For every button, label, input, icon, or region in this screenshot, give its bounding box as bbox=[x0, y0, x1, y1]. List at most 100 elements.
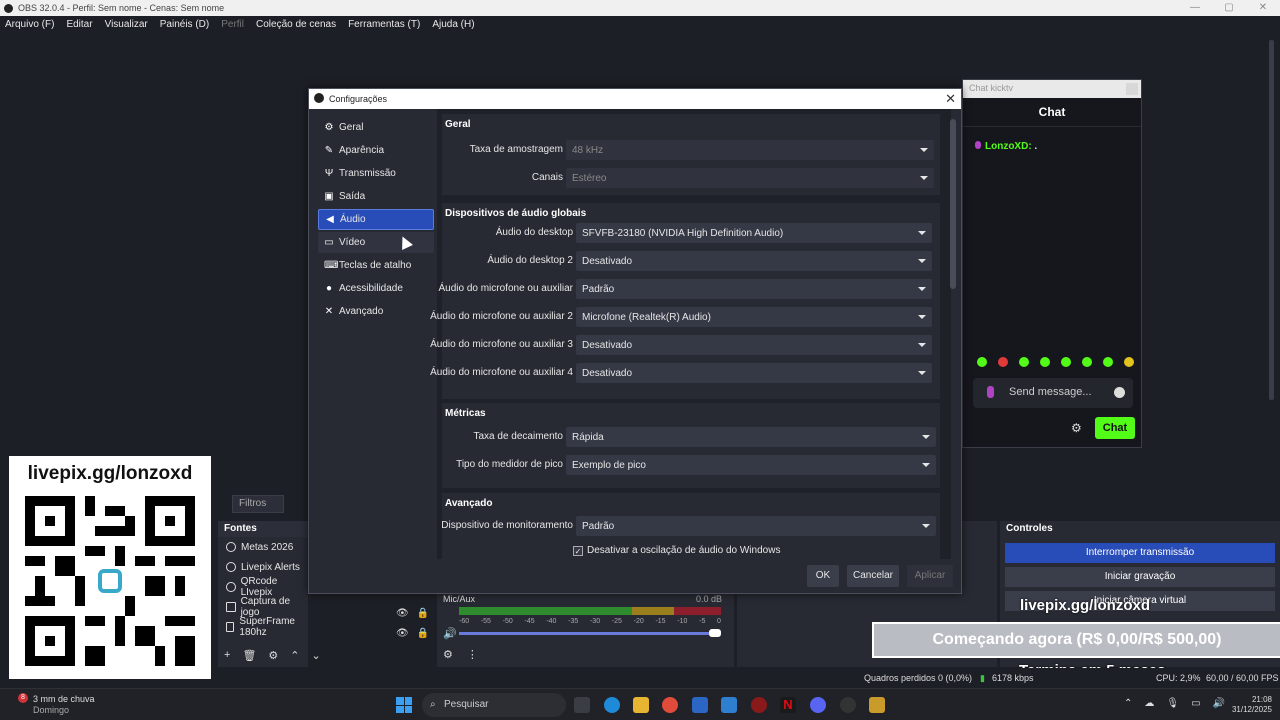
taskbar-search[interactable]: ⌕ Pesquisar bbox=[422, 693, 566, 717]
store-icon[interactable] bbox=[692, 697, 708, 713]
cloud-icon[interactable]: ☁ bbox=[1144, 698, 1154, 709]
file-explorer-icon[interactable] bbox=[633, 697, 649, 713]
source-item[interactable]: Captura de jogo bbox=[218, 596, 308, 618]
lock-icon[interactable]: 🔒 bbox=[417, 608, 429, 619]
audio-device-select[interactable]: SFVFB-23180 (NVIDIA High Definition Audi… bbox=[576, 223, 932, 243]
emote-icon[interactable] bbox=[998, 357, 1008, 367]
move-up-icon[interactable]: ⌃ bbox=[290, 649, 299, 662]
minimize-button[interactable]: — bbox=[1178, 0, 1212, 16]
menu-docks[interactable]: Painéis (D) bbox=[160, 19, 209, 30]
decay-rate-select[interactable]: Rápida bbox=[566, 427, 936, 447]
source-item[interactable]: Livepix Alerts bbox=[218, 557, 308, 577]
menu-edit[interactable]: Editar bbox=[66, 19, 92, 30]
weather-widget[interactable]: 8 3 mm de chuva Domingo bbox=[18, 693, 95, 716]
microphone-icon[interactable]: 🎙 bbox=[1166, 698, 1179, 709]
close-window-button[interactable]: ✕ bbox=[1246, 0, 1280, 16]
chat-dock-close-button[interactable] bbox=[1126, 83, 1138, 95]
chat-send-placeholder: Send message... bbox=[1009, 386, 1092, 398]
source-properties-gear-icon[interactable]: ⚙ bbox=[268, 649, 278, 662]
source-item[interactable]: SuperFrame 180hz bbox=[218, 616, 308, 638]
menu-help[interactable]: Ajuda (H) bbox=[432, 19, 474, 30]
source-icon bbox=[226, 542, 236, 552]
app-icon[interactable] bbox=[869, 697, 885, 713]
emote-icon[interactable] bbox=[1103, 357, 1113, 367]
windows-start-icon[interactable] bbox=[396, 697, 412, 713]
obs-taskbar-icon[interactable] bbox=[840, 697, 856, 713]
nav-item-accessibility[interactable]: ● Acessibilidade bbox=[318, 278, 434, 299]
outlook-icon[interactable] bbox=[721, 697, 737, 713]
menu-file[interactable]: Arquivo (F) bbox=[5, 19, 54, 30]
chat-send-input[interactable]: Send message... bbox=[973, 378, 1133, 408]
source-item[interactable]: QRcode LIvepix bbox=[218, 576, 308, 598]
audio-device-select[interactable]: Padrão bbox=[576, 279, 932, 299]
emoji-icon[interactable] bbox=[1114, 387, 1125, 398]
source-item[interactable]: Metas 2026 bbox=[218, 537, 308, 557]
mixer-advanced-icon[interactable]: ⚙ bbox=[443, 648, 453, 661]
discord-icon[interactable] bbox=[810, 697, 826, 713]
netflix-icon[interactable]: N bbox=[780, 697, 796, 713]
audio-device-select[interactable]: Desativado bbox=[576, 251, 932, 271]
nav-item-gear[interactable]: ⚙ Geral bbox=[318, 117, 434, 138]
window-title-bar: OBS 32.0.4 - Perfil: Sem nome - Cenas: S… bbox=[0, 0, 1280, 16]
sample-rate-select[interactable]: 48 kHz bbox=[566, 140, 934, 160]
emote-icon[interactable] bbox=[1082, 357, 1092, 367]
mixer-menu-icon[interactable]: ⋮ bbox=[467, 648, 478, 661]
filters-button[interactable]: Filtros bbox=[232, 495, 284, 513]
menu-scene-collection[interactable]: Coleção de cenas bbox=[256, 19, 336, 30]
chevron-down-icon bbox=[918, 231, 926, 235]
chrome-icon[interactable] bbox=[662, 697, 678, 713]
volume-icon[interactable]: 🔊 bbox=[443, 627, 457, 640]
emote-icon[interactable] bbox=[1019, 357, 1029, 367]
start-recording-button[interactable]: Iniciar gravação bbox=[1005, 567, 1275, 587]
main-scrollbar[interactable] bbox=[1269, 40, 1274, 400]
emote-icon[interactable] bbox=[1040, 357, 1050, 367]
menu-tools[interactable]: Ferramentas (T) bbox=[348, 19, 420, 30]
chat-button[interactable]: Chat bbox=[1095, 417, 1135, 439]
audio-device-select[interactable]: Desativado bbox=[576, 335, 932, 355]
lock-icon[interactable]: 🔒 bbox=[417, 628, 429, 639]
tray-chevron-icon[interactable]: ⌃ bbox=[1124, 698, 1132, 709]
edge-icon[interactable] bbox=[604, 697, 620, 713]
cancel-button[interactable]: Cancelar bbox=[847, 565, 899, 587]
menu-profile[interactable]: Perfil bbox=[221, 19, 244, 30]
audio-device-select[interactable]: Microfone (Realtek(R) Audio) bbox=[576, 307, 932, 327]
task-view-icon[interactable] bbox=[574, 697, 590, 713]
app-icon[interactable] bbox=[751, 697, 767, 713]
remove-source-icon[interactable]: 🗑 bbox=[242, 649, 256, 662]
settings-scrollbar[interactable] bbox=[950, 119, 956, 289]
clock[interactable]: 21:08 31/12/2025 bbox=[1232, 695, 1272, 715]
chat-settings-gear-icon[interactable]: ⚙ bbox=[1071, 422, 1083, 434]
move-down-icon[interactable]: ⌄ bbox=[312, 649, 321, 662]
volume-slider[interactable] bbox=[459, 632, 714, 635]
chat-message: LonzoXD: . bbox=[963, 127, 1141, 166]
eye-icon[interactable]: 👁 bbox=[396, 608, 409, 619]
nav-item-speaker[interactable]: ◀ Áudio bbox=[318, 209, 434, 230]
monitoring-device-select[interactable]: Padrão bbox=[576, 516, 936, 536]
nav-item-monitor[interactable]: ▭ Vídeo bbox=[318, 232, 434, 253]
nav-item-tools[interactable]: ✕ Avançado bbox=[318, 301, 434, 322]
stop-streaming-button[interactable]: Interromper transmissão bbox=[1005, 543, 1275, 563]
close-icon[interactable]: ✕ bbox=[945, 91, 956, 107]
speaker-icon[interactable]: 🔊 bbox=[1213, 698, 1225, 709]
peak-meter-select[interactable]: Exemplo de pico bbox=[566, 455, 936, 475]
disable-ducking-checkbox[interactable]: ✓ Desativar a oscilação de áudio do Wind… bbox=[573, 545, 780, 556]
nav-item-brush[interactable]: ✎ Aparência bbox=[318, 140, 434, 161]
ok-button[interactable]: OK bbox=[807, 565, 839, 587]
apply-button[interactable]: Aplicar bbox=[907, 565, 953, 587]
nav-item-keyboard[interactable]: ⌨ Teclas de atalho bbox=[318, 255, 434, 276]
clock-date: 31/12/2025 bbox=[1231, 705, 1272, 714]
eye-icon[interactable]: 👁 bbox=[396, 628, 409, 639]
add-source-icon[interactable]: + bbox=[224, 649, 230, 661]
emote-icon[interactable] bbox=[1061, 357, 1071, 367]
emote-icon[interactable] bbox=[977, 357, 987, 367]
menu-view[interactable]: Visualizar bbox=[105, 19, 148, 30]
channels-select[interactable]: Estéreo bbox=[566, 168, 934, 188]
maximize-button[interactable]: ▢ bbox=[1212, 0, 1246, 16]
nav-item-output[interactable]: ▣ Saída bbox=[318, 186, 434, 207]
emote-icon[interactable] bbox=[1124, 357, 1134, 367]
network-icon[interactable]: ▭ bbox=[1191, 698, 1200, 709]
audio-device-value: Desativado bbox=[582, 368, 633, 379]
audio-device-select[interactable]: Desativado bbox=[576, 363, 932, 383]
volume-slider-handle[interactable] bbox=[709, 629, 721, 637]
nav-item-broadcast[interactable]: Ψ Transmissão bbox=[318, 163, 434, 184]
